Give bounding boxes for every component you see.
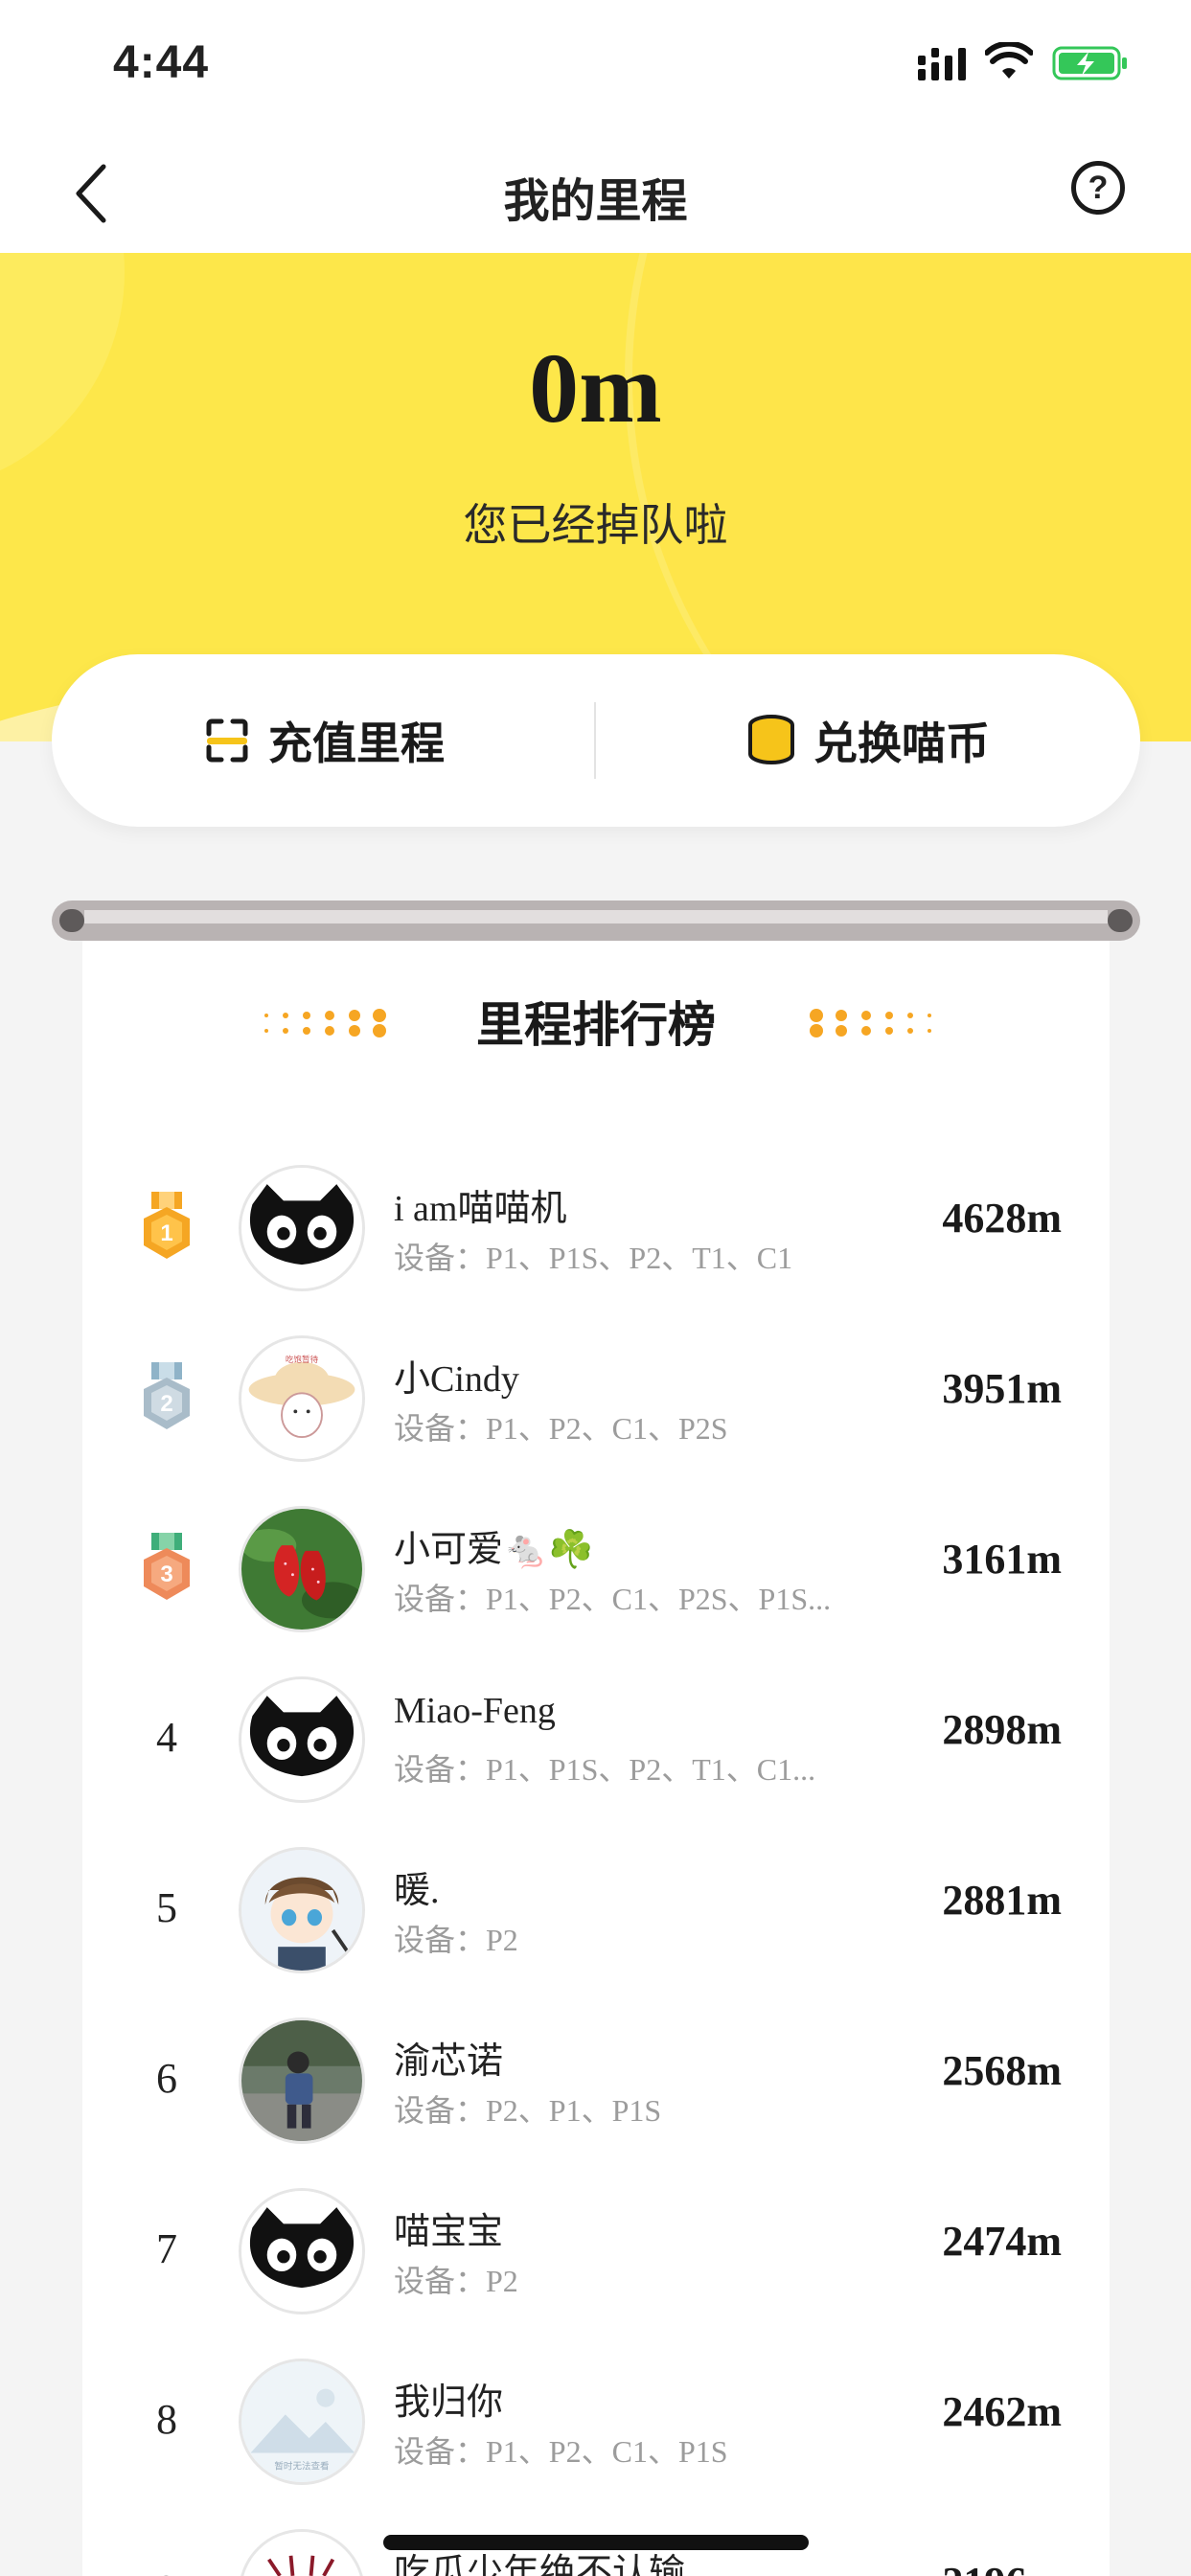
- rank-number: 6: [156, 2055, 177, 2102]
- user-devices: 设备：P1、P2、C1、P2S: [394, 1411, 728, 1446]
- user-devices: 设备：P1、P1S、P2、T1、C1...: [394, 1752, 816, 1787]
- leaderboard-row[interactable]: 2 吃饱暂待 小Cindy 设备：P1、P2、C1、P2S 3951m: [82, 1311, 1110, 1481]
- leaderboard-title: 里程排行榜: [476, 997, 716, 1053]
- leaderboard-card: 里程排行榜 1 i am喵喵机 设备：P1、P1S、P2、T1、C1 4628m: [82, 920, 1110, 2576]
- user-name: 小Cindy: [394, 1359, 519, 1400]
- gold-medal-icon: 1: [144, 1192, 190, 1259]
- avatar: [239, 1676, 365, 1803]
- exchange-label: 兑换喵币: [813, 718, 990, 769]
- leaderboard-row[interactable]: 5 暖. 设备：P2 2881m: [82, 1822, 1110, 1993]
- leaderboard-row[interactable]: 4 Miao-Feng 设备：P1、P1S、P2、T1、C1... 2898m: [82, 1652, 1110, 1822]
- hero-subtitle: 您已经掉队啦: [463, 499, 728, 551]
- avatar: [239, 2529, 365, 2576]
- bronze-medal-icon: 3: [144, 1533, 190, 1600]
- rank-number: 8: [156, 2396, 177, 2443]
- svg-text:暂时无法查看: 暂时无法查看: [274, 2461, 329, 2473]
- user-name: Miao-Feng: [394, 1691, 556, 1731]
- battery-charging-icon: [1052, 46, 1127, 80]
- user-devices: 设备：P1、P2、C1、P1S: [394, 2434, 728, 2469]
- user-name: 暖.: [394, 1871, 440, 1911]
- leaderboard-row[interactable]: 1 i am喵喵机 设备：P1、P1S、P2、T1、C1 4628m: [82, 1140, 1110, 1311]
- exchange-coins-button[interactable]: 兑换喵币: [596, 654, 1140, 827]
- svg-text:3: 3: [160, 1562, 172, 1587]
- svg-text:2: 2: [160, 1391, 172, 1417]
- user-name: 我归你: [394, 2382, 504, 2423]
- rod-end-left: [59, 909, 84, 932]
- rank-number: 9: [130, 2554, 203, 2576]
- scan-icon: [206, 718, 248, 763]
- avatar: [239, 1847, 365, 1973]
- home-indicator[interactable]: [383, 2535, 809, 2550]
- user-name: i am喵喵机: [394, 1189, 567, 1229]
- user-distance: 3161m: [942, 1536, 1062, 1583]
- silver-medal-icon: 2: [144, 1362, 190, 1429]
- user-distance: 2462m: [942, 2388, 1062, 2435]
- svg-text:吃饱暂待: 吃饱暂待: [286, 1354, 319, 1365]
- user-distance: 2881m: [942, 1877, 1062, 1924]
- leaderboard-row[interactable]: 7 喵宝宝 设备：P2 2474m: [82, 2163, 1110, 2334]
- title-dots-right-icon: [810, 1009, 931, 1037]
- svg-text:1: 1: [160, 1220, 172, 1246]
- cellular-signal-icon: [918, 48, 966, 80]
- user-distance: 2474m: [942, 2218, 1062, 2265]
- status-bar: 4:44: [0, 0, 1191, 134]
- user-distance: 2898m: [942, 1706, 1062, 1753]
- wifi-icon: [985, 42, 1033, 79]
- rank-number: 7: [156, 2225, 177, 2272]
- user-devices: 设备：P1、P2、C1、P2S、P1S...: [394, 1582, 832, 1616]
- user-devices: 设备：P2: [394, 1923, 518, 1957]
- leaderboard-row[interactable]: 6 渝芯诺 设备：P2、P1、P1S 2568m: [82, 1993, 1110, 2163]
- user-devices: 设备：P2: [394, 2264, 518, 2298]
- user-devices: 设备：P2、P1、P1S: [394, 2093, 662, 2128]
- avatar: 吃饱暂待: [239, 1335, 365, 1462]
- help-icon[interactable]: ?: [1071, 161, 1125, 215]
- nav-bar: 我的里程 ?: [0, 134, 1191, 253]
- rank-number: 4: [156, 1714, 177, 1761]
- avatar: [239, 1165, 365, 1291]
- total-distance: 0m: [529, 333, 662, 444]
- user-devices: 设备：P1、P1S、P2、T1、C1: [394, 1241, 793, 1275]
- page-title: 我的里程: [503, 174, 688, 228]
- leaderboard-row[interactable]: 3 小可爱🐁☘️ 设备：P1、P2、C1、P2S、P1S... 3161m: [82, 1481, 1110, 1652]
- user-name: 喵宝宝: [394, 2212, 504, 2252]
- avatar: 暂时无法查看: [239, 2359, 365, 2485]
- status-time: 4:44: [113, 37, 210, 88]
- user-distance: 2196m: [942, 2558, 1062, 2576]
- user-distance: 4628m: [942, 1195, 1062, 1242]
- avatar: [239, 1506, 365, 1632]
- user-distance: 3951m: [942, 1365, 1062, 1412]
- user-name: 小可爱🐁☘️: [394, 1530, 594, 1570]
- coins-icon: [748, 715, 794, 764]
- actions-card: 充值里程 兑换喵币: [52, 654, 1140, 827]
- avatar: [239, 2017, 365, 2144]
- recharge-label: 充值里程: [268, 718, 445, 769]
- rod-end-right: [1108, 909, 1133, 932]
- user-distance: 2568m: [942, 2047, 1062, 2094]
- leaderboard-scroll-rod: [52, 900, 1140, 941]
- avatar: [239, 2188, 365, 2314]
- rank-number: 5: [156, 1884, 177, 1931]
- user-name: 渝芯诺: [394, 2041, 504, 2082]
- leaderboard-row[interactable]: 8 暂时无法查看 我归你 设备：P1、P2、C1、P1S 2462m: [82, 2334, 1110, 2504]
- rod-inner: [84, 910, 1108, 923]
- recharge-mileage-button[interactable]: 充值里程: [52, 654, 596, 827]
